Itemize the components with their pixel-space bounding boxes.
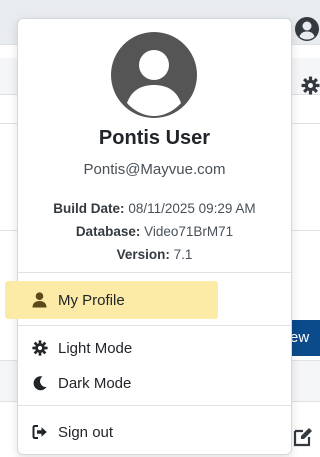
version-line: Version: 7.1 <box>18 247 291 262</box>
edit-icon[interactable] <box>292 426 314 448</box>
database-line: Database: Video71BrM71 <box>18 224 291 239</box>
user-circle-icon <box>295 17 319 41</box>
user-menu-dropdown: Pontis User Pontis@Mayvue.com Build Date… <box>5 18 292 455</box>
version-value: 7.1 <box>173 247 193 262</box>
build-date-label: Build Date: <box>53 201 125 216</box>
user-email: Pontis@Mayvue.com <box>83 161 226 178</box>
user-icon <box>32 292 48 308</box>
my-profile-label: My Profile <box>58 291 125 309</box>
my-profile-menu-item[interactable]: My Profile <box>5 281 218 319</box>
sign-out-menu-item[interactable]: Sign out <box>18 415 291 449</box>
database-label: Database: <box>75 224 141 239</box>
account-avatar-button[interactable] <box>294 16 320 42</box>
light-mode-label: Light Mode <box>58 339 133 357</box>
divider <box>18 325 291 326</box>
version-label: Version: <box>116 247 170 262</box>
sign-out-icon <box>32 424 48 440</box>
user-name: Pontis User <box>98 127 211 149</box>
gear-icon <box>32 340 48 356</box>
divider <box>18 405 291 406</box>
divider <box>18 272 291 273</box>
light-mode-menu-item[interactable]: Light Mode <box>18 331 291 365</box>
build-date-value: 08/11/2025 09:29 AM <box>128 201 256 216</box>
build-date-line: Build Date: 08/11/2025 09:29 AM <box>18 201 291 216</box>
avatar-icon <box>110 31 198 119</box>
database-value: Video71BrM71 <box>144 224 234 239</box>
sign-out-label: Sign out <box>58 423 114 441</box>
settings-gear-icon[interactable] <box>301 76 320 95</box>
dark-mode-label: Dark Mode <box>58 374 132 392</box>
moon-icon <box>32 375 48 391</box>
dark-mode-menu-item[interactable]: Dark Mode <box>18 366 291 400</box>
